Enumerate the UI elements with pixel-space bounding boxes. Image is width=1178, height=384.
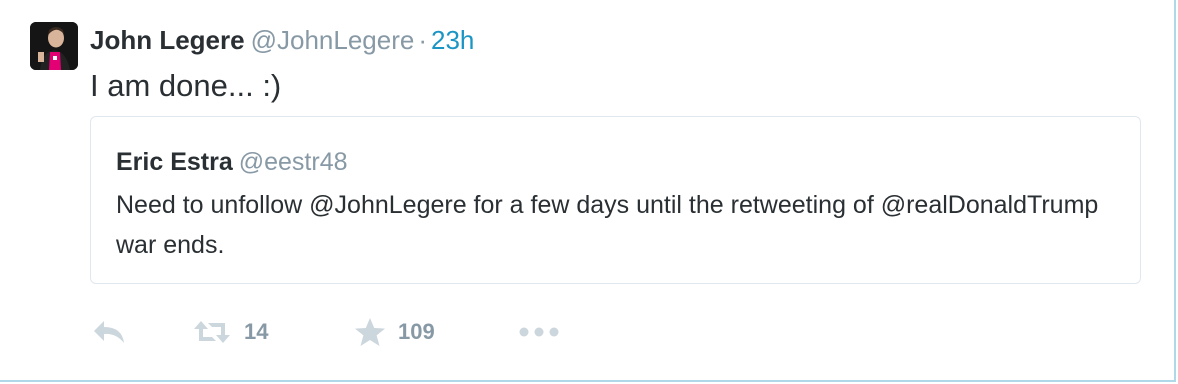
star-icon bbox=[355, 318, 385, 346]
like-count: 109 bbox=[398, 319, 435, 344]
tweet-actions: 14 109 bbox=[90, 314, 610, 354]
quoted-author-username: @eestr48 bbox=[238, 148, 348, 176]
retweet-icon bbox=[194, 321, 230, 343]
tweet-header: John Legere @JohnLegere · 23h bbox=[90, 23, 474, 57]
like-button[interactable]: 109 bbox=[354, 314, 435, 350]
retweet-button[interactable]: 14 bbox=[192, 314, 268, 350]
header-separator: · bbox=[418, 25, 427, 55]
author-username[interactable]: @JohnLegere bbox=[251, 25, 415, 55]
avatar-image bbox=[30, 22, 78, 70]
avatar[interactable] bbox=[30, 22, 78, 70]
quoted-author-name: Eric Estra bbox=[116, 148, 233, 176]
tweet-text: I am done... :) bbox=[90, 68, 282, 103]
more-icon bbox=[519, 327, 559, 337]
quoted-tweet-header: Eric Estra @eestr48 bbox=[116, 145, 348, 179]
tweet-card[interactable]: John Legere @JohnLegere · 23h I am done... … bbox=[0, 0, 1176, 382]
quoted-tweet-text: Need to unfollow @JohnLegere for a few d… bbox=[116, 191, 1099, 259]
retweet-count: 14 bbox=[244, 319, 269, 344]
reply-icon bbox=[94, 321, 124, 343]
reply-button[interactable] bbox=[92, 314, 126, 350]
tweet-timestamp[interactable]: 23h bbox=[431, 25, 474, 55]
more-button[interactable] bbox=[518, 314, 560, 350]
quoted-tweet[interactable]: Eric Estra @eestr48 Need to unfollow @Joh… bbox=[90, 116, 1141, 284]
author-name[interactable]: John Legere bbox=[90, 25, 245, 55]
